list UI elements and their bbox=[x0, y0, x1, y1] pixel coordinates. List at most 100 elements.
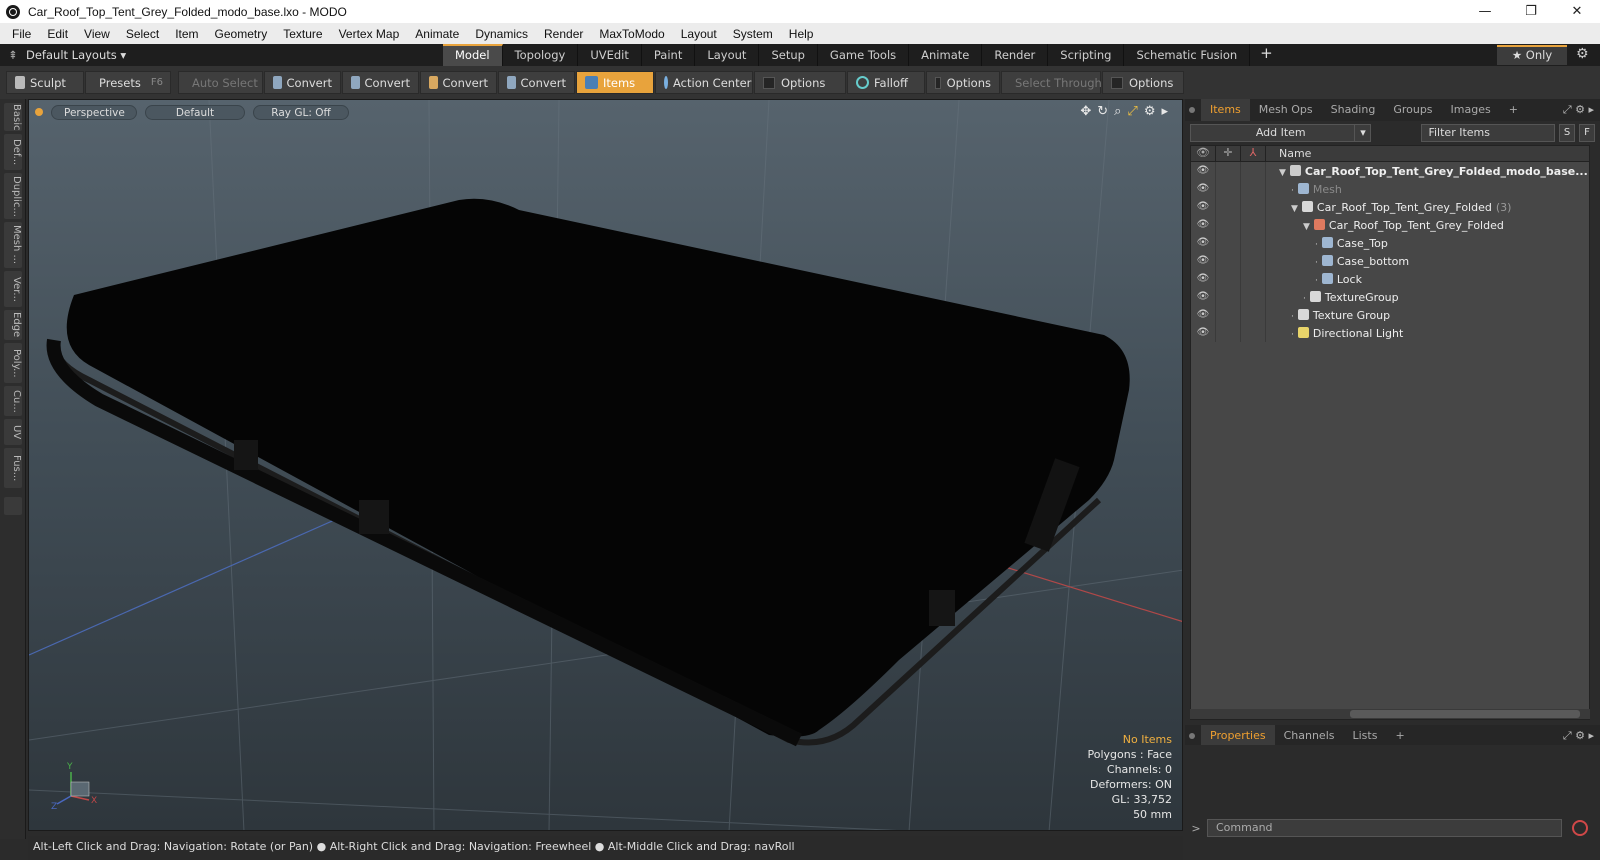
lock-cell[interactable] bbox=[1216, 288, 1241, 306]
tab-paint[interactable]: Paint bbox=[642, 44, 696, 66]
tab-duplicate[interactable]: Duplic... bbox=[4, 173, 22, 219]
tab-animate[interactable]: Animate bbox=[909, 44, 983, 66]
tree-item-row[interactable]: 👁 ▼ Car_Roof_Top_Tent_Grey_Folded_modo_bas… bbox=[1191, 162, 1589, 180]
pan-icon[interactable]: ✥ bbox=[1080, 104, 1091, 119]
items-mode-button[interactable]: Items bbox=[576, 71, 654, 94]
panel-menu-dot[interactable] bbox=[1189, 733, 1195, 739]
3d-viewport[interactable]: Perspective Default Ray GL: Off ✥ ↻ ⌕ ⤢ … bbox=[28, 99, 1183, 831]
tab-deform[interactable]: Def... bbox=[4, 134, 22, 170]
visibility-eye-icon[interactable]: 👁 bbox=[1191, 288, 1216, 306]
menu-vertex-map[interactable]: Vertex Map bbox=[331, 27, 408, 41]
lock-cell[interactable] bbox=[1216, 270, 1241, 288]
menu-edit[interactable]: Edit bbox=[39, 27, 76, 41]
visibility-eye-icon[interactable]: 👁 bbox=[1191, 198, 1216, 216]
s-filter-button[interactable]: S bbox=[1559, 124, 1576, 142]
tab-items[interactable]: Items bbox=[1201, 99, 1250, 121]
menu-view[interactable]: View bbox=[76, 27, 118, 41]
convert-items-button[interactable]: Convert bbox=[498, 71, 575, 94]
tab-mesh[interactable]: Mesh ... bbox=[4, 222, 22, 268]
horizontal-scrollbar[interactable] bbox=[1190, 709, 1590, 719]
raygl-toggle[interactable]: Ray GL: Off bbox=[253, 104, 349, 120]
render-cell[interactable] bbox=[1241, 234, 1266, 252]
scrollbar-thumb[interactable] bbox=[1350, 710, 1580, 718]
lock-cell[interactable] bbox=[1216, 306, 1241, 324]
gear-icon[interactable]: ⚙ bbox=[1576, 46, 1589, 62]
lock-column-icon[interactable]: ✛ bbox=[1216, 146, 1241, 161]
auto-select-button[interactable]: Auto Select bbox=[178, 71, 263, 94]
presets-button[interactable]: Presets F6 bbox=[85, 71, 171, 94]
panel-options-icon[interactable]: ⤢ ⚙ ▸ bbox=[1563, 103, 1594, 117]
menu-help[interactable]: Help bbox=[781, 27, 822, 41]
tree-item-row[interactable]: 👁 ▼ Car_Roof_Top_Tent_Grey_Folded bbox=[1191, 216, 1589, 234]
visibility-eye-icon[interactable]: 👁 bbox=[1191, 252, 1216, 270]
tab-shading[interactable]: Shading bbox=[1322, 99, 1385, 121]
view-type-dropdown[interactable]: Perspective bbox=[51, 104, 137, 120]
action-center-button[interactable]: Action Center bbox=[655, 71, 753, 94]
zoom-icon[interactable]: ⌕ bbox=[1114, 104, 1121, 119]
only-button[interactable]: ★ Only bbox=[1497, 45, 1567, 65]
tab-fusion[interactable]: Fus... bbox=[4, 448, 22, 488]
menu-item[interactable]: Item bbox=[167, 27, 206, 41]
shading-dropdown[interactable]: Default bbox=[145, 104, 245, 120]
expand-arrow-icon[interactable]: ▼ bbox=[1303, 222, 1310, 232]
tab-properties[interactable]: Properties bbox=[1201, 725, 1275, 747]
convert-edges-button[interactable]: Convert bbox=[342, 71, 419, 94]
fit-icon[interactable]: ⤢ bbox=[1127, 104, 1137, 119]
add-panel-tab-button[interactable]: + bbox=[1500, 99, 1527, 121]
restore-button[interactable]: ❐ bbox=[1508, 4, 1554, 19]
menu-system[interactable]: System bbox=[725, 27, 781, 41]
lock-cell[interactable] bbox=[1216, 324, 1241, 342]
render-cell[interactable] bbox=[1241, 162, 1266, 180]
tab-game-tools[interactable]: Game Tools bbox=[818, 44, 910, 66]
lock-cell[interactable] bbox=[1216, 234, 1241, 252]
menu-geometry[interactable]: Geometry bbox=[207, 27, 276, 41]
viewport-gear-icon[interactable]: ⚙ bbox=[1144, 104, 1156, 119]
tab-render[interactable]: Render bbox=[982, 44, 1049, 66]
lock-cell[interactable] bbox=[1216, 198, 1241, 216]
tree-item-row[interactable]: 👁 · Texture Group bbox=[1191, 306, 1589, 324]
visibility-eye-icon[interactable]: 👁 bbox=[1191, 216, 1216, 234]
tree-item-row[interactable]: 👁 ▼ Car_Roof_Top_Tent_Grey_Folded (3) bbox=[1191, 198, 1589, 216]
render-cell[interactable] bbox=[1241, 216, 1266, 234]
tab-vertex[interactable]: Ver... bbox=[4, 271, 22, 307]
menu-animate[interactable]: Animate bbox=[407, 27, 467, 41]
visibility-eye-icon[interactable]: 👁 bbox=[1191, 324, 1216, 342]
default-layouts-dropdown[interactable]: Default Layouts ▾ bbox=[26, 48, 446, 62]
name-column-header[interactable]: Name bbox=[1266, 146, 1311, 161]
render-cell[interactable] bbox=[1241, 270, 1266, 288]
select-through-button[interactable]: Select Through bbox=[1001, 71, 1102, 94]
tab-lists[interactable]: Lists bbox=[1344, 725, 1387, 747]
visibility-eye-icon[interactable]: 👁 bbox=[1191, 270, 1216, 288]
action-center-options-button[interactable]: Options bbox=[754, 71, 846, 94]
tab-edge[interactable]: Edge bbox=[4, 310, 22, 340]
viewport-menu-dot[interactable] bbox=[35, 108, 43, 116]
f-filter-button[interactable]: F bbox=[1579, 124, 1595, 142]
menu-dynamics[interactable]: Dynamics bbox=[467, 27, 536, 41]
render-cell[interactable] bbox=[1241, 180, 1266, 198]
expand-arrow-icon[interactable]: ▼ bbox=[1279, 168, 1286, 178]
tab-schematic-fusion[interactable]: Schematic Fusion bbox=[1124, 44, 1251, 66]
tab-curve[interactable]: Cu... bbox=[4, 386, 22, 416]
falloff-options-button[interactable]: Options bbox=[926, 71, 1000, 94]
render-cell[interactable] bbox=[1241, 198, 1266, 216]
filter-items-input[interactable]: Filter Items bbox=[1421, 124, 1556, 142]
tree-item-row[interactable]: 👁 · Case_bottom bbox=[1191, 252, 1589, 270]
lock-cell[interactable] bbox=[1216, 180, 1241, 198]
tab-extra[interactable] bbox=[4, 497, 22, 515]
tab-uv[interactable]: UV bbox=[4, 419, 22, 445]
menu-layout[interactable]: Layout bbox=[673, 27, 725, 41]
visibility-eye-icon[interactable]: 👁 bbox=[1191, 180, 1216, 198]
menu-render[interactable]: Render bbox=[536, 27, 591, 41]
collapse-icon[interactable]: ⇞ bbox=[0, 48, 26, 62]
panel-options-icon[interactable]: ⤢ ⚙ ▸ bbox=[1563, 729, 1594, 743]
tab-model[interactable]: Model bbox=[443, 44, 503, 66]
minimize-button[interactable]: — bbox=[1462, 4, 1508, 19]
render-cell[interactable] bbox=[1241, 324, 1266, 342]
close-button[interactable]: ✕ bbox=[1554, 4, 1600, 19]
tab-setup[interactable]: Setup bbox=[759, 44, 818, 66]
visibility-column-icon[interactable]: 👁 bbox=[1191, 146, 1216, 161]
expand-arrow-icon[interactable]: ▸ bbox=[1161, 104, 1168, 119]
render-cell[interactable] bbox=[1241, 288, 1266, 306]
convert-vertices-button[interactable]: Convert bbox=[264, 71, 341, 94]
tree-item-row[interactable]: 👁 · Directional Light bbox=[1191, 324, 1589, 342]
